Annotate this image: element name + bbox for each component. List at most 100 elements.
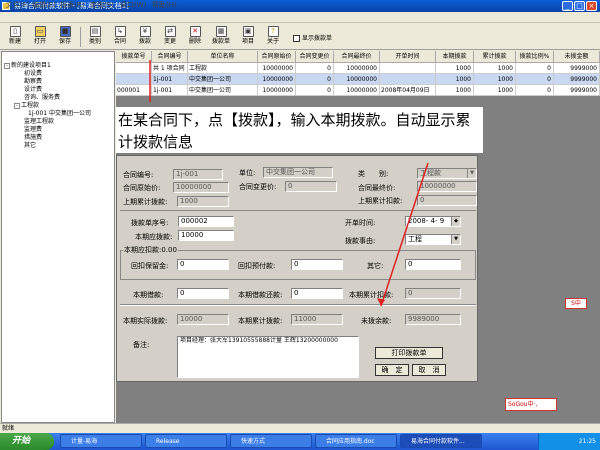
chevron-down-icon[interactable]: ▼: [467, 169, 476, 178]
close-button[interactable]: ×: [586, 1, 597, 11]
orig-price-label: 合同原始价:: [123, 184, 161, 192]
menu-help[interactable]: 帮助(H): [150, 1, 179, 10]
print-slip-button[interactable]: 打印拨款单: [375, 347, 443, 359]
unit-field: 中交集团一公司: [263, 167, 333, 178]
table-row-selected[interactable]: 1j-001 中交集团一公司 10000000 0 10000000 1000 …: [116, 74, 600, 85]
delete-icon: ✕: [189, 26, 201, 37]
col-header[interactable]: 累计拨款: [474, 51, 516, 63]
taskbar-item[interactable]: Release: [145, 434, 227, 448]
minimize-button[interactable]: _: [562, 1, 573, 11]
category-button[interactable]: ▤ 类别: [83, 25, 107, 49]
prev-cum-deduct-label: 上期累计扣款:: [358, 197, 403, 205]
contract-no-field: 1j-001: [173, 169, 223, 180]
unpaid-field: 9989000: [405, 314, 461, 325]
maximize-button[interactable]: □: [574, 1, 585, 11]
change-price-field: 0: [285, 181, 337, 192]
taskbar-item[interactable]: 快速方式: [230, 434, 312, 448]
taskbar-item-active[interactable]: 易海合同付款软件...: [400, 434, 482, 448]
taskbar: 开始 计量-易海 Release 快速方式 合同应用指南.doc 易海合同付款软…: [0, 433, 600, 450]
tree-node[interactable]: 初设费: [24, 70, 42, 78]
cur-return-input[interactable]: 0: [291, 288, 343, 299]
menu-report[interactable]: 报表(R): [58, 1, 86, 10]
col-header[interactable]: 开单时间: [380, 51, 436, 63]
final-price-label: 合同最终价:: [358, 184, 396, 192]
col-header[interactable]: 未拨金额: [554, 51, 600, 63]
col-header[interactable]: 合同变更价: [296, 51, 334, 63]
advance-input[interactable]: 0: [291, 259, 343, 270]
col-header[interactable]: 单位名称: [188, 51, 258, 63]
category-select[interactable]: 工程款 ▼: [417, 168, 477, 179]
checkbox-icon[interactable]: [293, 35, 300, 42]
prev-cum-pay-field: 1000: [177, 196, 229, 207]
payment-slip-button[interactable]: ▦ 拨款单: [206, 25, 236, 49]
contract-button[interactable]: ↳ 合同: [108, 25, 132, 49]
sogou-ime-bar[interactable]: SoGou中·,: [505, 398, 557, 411]
collapse-icon[interactable]: -: [4, 62, 10, 69]
cum-pay-field: 11000: [291, 314, 343, 325]
other-input[interactable]: 0: [405, 259, 461, 270]
payment-button[interactable]: ¥ 拨款: [133, 25, 157, 49]
show-slip-label: 显示拨款单: [302, 35, 333, 42]
about-button[interactable]: ? 关于: [261, 25, 285, 49]
table-row[interactable]: 共 1 项合同 工程款 10000000 0 10000000 1000 100…: [116, 63, 600, 74]
retention-label: 回扣保留金:: [131, 262, 169, 270]
menu-window[interactable]: 窗口(W): [118, 1, 148, 10]
category-icon: ▤: [89, 26, 101, 37]
project-button[interactable]: ▣ 项目: [236, 25, 260, 49]
col-header[interactable]: 拨款单号: [116, 51, 152, 63]
col-header[interactable]: 本期拨款: [436, 51, 474, 63]
chevron-down-icon[interactable]: ▼: [451, 235, 460, 244]
menu-edit[interactable]: 编辑(E): [30, 1, 58, 10]
current-pay-label: 本期应拨款:: [135, 233, 173, 241]
col-header[interactable]: 拨款比例%: [516, 51, 554, 63]
tree-node[interactable]: 监理工程款: [24, 118, 54, 126]
col-header[interactable]: 合同原始价: [258, 51, 296, 63]
ok-button[interactable]: 确 定: [375, 364, 409, 376]
start-button[interactable]: 开始: [0, 433, 54, 450]
tree-node[interactable]: 勘察费: [24, 78, 42, 86]
tree-node-contract[interactable]: 1j-001 中交集团一公司: [28, 110, 91, 118]
tree-node[interactable]: 设计费: [24, 86, 42, 94]
other-label: 其它:: [367, 262, 384, 270]
save-button[interactable]: ■ 保存: [53, 25, 77, 49]
menu-query[interactable]: 查询(S): [88, 1, 116, 10]
pay-no-label: 拨款单序号:: [131, 219, 169, 227]
taskbar-item[interactable]: 合同应用指南.doc: [315, 434, 397, 448]
new-button[interactable]: ▯ 新建: [3, 25, 27, 49]
remark-label: 备注:: [133, 341, 150, 349]
reason-select[interactable]: 工程 ▼: [405, 234, 461, 245]
cur-deduct-label: 本期借款:: [133, 291, 164, 299]
open-time-picker[interactable]: 2008- 4- 9 ◆: [405, 216, 461, 227]
actual-pay-label: 本期实际拨款:: [123, 317, 168, 325]
collapse-icon[interactable]: -: [14, 102, 20, 109]
open-button[interactable]: ▭ 打开: [28, 25, 52, 49]
change-button[interactable]: ⇄ 变更: [158, 25, 182, 49]
tree-node[interactable]: 咨询、服务费: [24, 94, 60, 102]
tree-node-engineering[interactable]: - 工程款: [14, 102, 39, 110]
contract-icon: ↳: [114, 26, 126, 37]
ime-side-indicator[interactable]: S中: [565, 298, 587, 309]
taskbar-item[interactable]: 计量-易海: [60, 434, 142, 448]
col-header[interactable]: 合同编号: [152, 51, 188, 63]
unpaid-label: 未拨余款:: [361, 317, 392, 325]
remark-textarea[interactable]: 项目经理：张大军13910555888计量 王辉13200000000: [177, 336, 359, 378]
date-spin-icon[interactable]: ◆: [451, 217, 460, 226]
pay-no-input[interactable]: 000002: [178, 216, 234, 227]
current-pay-input[interactable]: 10000: [178, 230, 234, 241]
tutorial-caption: 在某合同下，点【拨款】，输入本期拨款。自动显示累计拨款信息: [116, 107, 483, 153]
tree-node-project[interactable]: - 新的建设项目1: [4, 62, 51, 70]
table-row[interactable]: 000001 1j-001 中交集团一公司 10000000 0 1000000…: [116, 85, 600, 96]
divider: [120, 304, 476, 306]
cancel-button[interactable]: 取 消: [412, 364, 446, 376]
delete-button[interactable]: ✕ 删除: [183, 25, 207, 49]
show-slip-checkbox[interactable]: 显示拨款单: [293, 34, 332, 44]
retention-input[interactable]: 0: [177, 259, 229, 270]
tree-node[interactable]: 措施费: [24, 134, 42, 142]
col-header[interactable]: 合同最终价: [334, 51, 380, 63]
cur-deduct-input[interactable]: 0: [177, 288, 229, 299]
menu-file[interactable]: 文件(F): [4, 1, 32, 10]
tree-node[interactable]: 其它: [24, 142, 36, 150]
tree-node[interactable]: 监理费: [24, 126, 42, 134]
project-icon: ▣: [242, 26, 254, 37]
cum-deduct-label: 本期累计扣款:: [349, 291, 394, 299]
